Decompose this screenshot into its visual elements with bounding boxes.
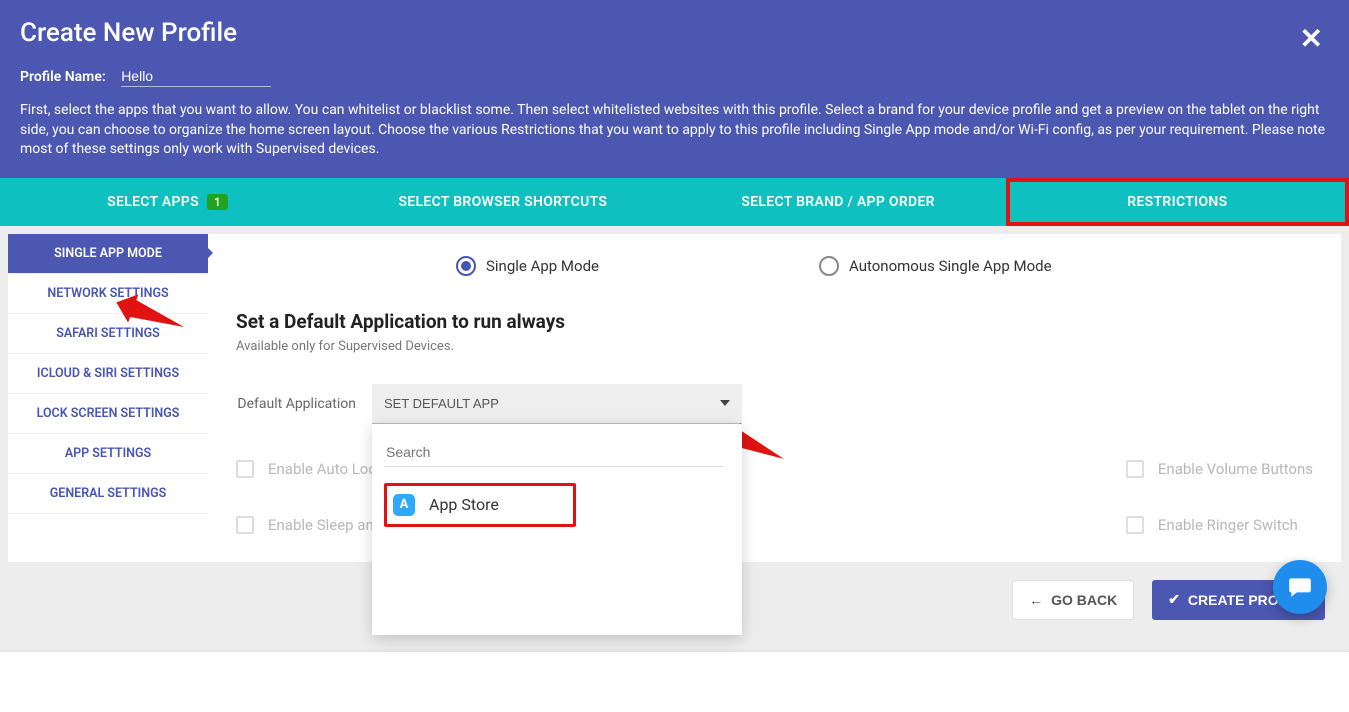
tab-brand-order[interactable]: SELECT BRAND / APP ORDER: [671, 178, 1006, 226]
dropdown-option-app-store[interactable]: App Store: [384, 483, 576, 527]
option-label: Enable Volume Buttons: [1158, 460, 1313, 478]
checkbox-enable-ringer-switch[interactable]: Enable Ringer Switch: [1126, 516, 1313, 534]
arrow-left-icon: ←: [1029, 592, 1043, 608]
dropdown-option-label: App Store: [429, 495, 499, 514]
option-label: Enable Auto Lock: [268, 460, 384, 478]
sidebar-item-network-settings[interactable]: NETWORK SETTINGS: [8, 274, 208, 314]
section-subtitle: Available only for Supervised Devices.: [236, 339, 1313, 354]
tab-label: RESTRICTIONS: [1127, 194, 1227, 210]
radio-label: Autonomous Single App Mode: [849, 257, 1052, 275]
close-icon[interactable]: ✕: [1300, 22, 1323, 55]
sidebar-item-app-settings[interactable]: APP SETTINGS: [8, 434, 208, 474]
sidebar-item-general-settings[interactable]: GENERAL SETTINGS: [8, 474, 208, 514]
default-app-dropdown[interactable]: SET DEFAULT APP: [372, 384, 742, 424]
checkbox-icon: [236, 460, 254, 478]
radio-dot-icon: [819, 256, 839, 276]
checkbox-icon: [1126, 516, 1144, 534]
header-description: First, select the apps that you want to …: [20, 101, 1329, 160]
dropdown-search-input[interactable]: [384, 438, 724, 467]
default-app-label: Default Application: [196, 396, 356, 412]
button-label: GO BACK: [1051, 592, 1117, 608]
profile-name-label: Profile Name:: [20, 69, 106, 85]
sidebar-item-icloud-siri[interactable]: ICLOUD & SIRI SETTINGS: [8, 354, 208, 394]
tab-label: SELECT BRAND / APP ORDER: [741, 194, 934, 210]
apps-count-badge: 1: [207, 194, 228, 210]
checkbox-icon: [236, 516, 254, 534]
dropdown-placeholder: SET DEFAULT APP: [384, 396, 499, 411]
radio-label: Single App Mode: [486, 257, 599, 275]
checkbox-icon: [1126, 460, 1144, 478]
page-title: Create New Profile: [20, 18, 1329, 48]
dropdown-panel: App Store: [372, 424, 742, 635]
chat-support-button[interactable]: [1273, 560, 1327, 614]
tab-select-apps[interactable]: SELECT APPS 1: [0, 178, 335, 226]
tab-label: SELECT BROWSER SHORTCUTS: [399, 194, 608, 210]
radio-dot-icon: [456, 256, 476, 276]
check-all-icon: ✔: [1168, 591, 1180, 608]
app-store-icon: [393, 494, 415, 516]
chat-icon: [1287, 574, 1313, 600]
checkbox-enable-volume-buttons[interactable]: Enable Volume Buttons: [1126, 460, 1313, 478]
settings-sidebar: SINGLE APP MODE NETWORK SETTINGS SAFARI …: [8, 234, 208, 562]
sidebar-item-lock-screen[interactable]: LOCK SCREEN SETTINGS: [8, 394, 208, 434]
tab-browser-shortcuts[interactable]: SELECT BROWSER SHORTCUTS: [335, 178, 670, 226]
radio-single-app-mode[interactable]: Single App Mode: [456, 256, 599, 276]
option-label: Enable Ringer Switch: [1158, 516, 1298, 534]
sidebar-item-single-app-mode[interactable]: SINGLE APP MODE: [8, 234, 208, 274]
section-title: Set a Default Application to run always: [236, 310, 1313, 333]
radio-autonomous-single-app-mode[interactable]: Autonomous Single App Mode: [819, 256, 1052, 276]
chevron-down-icon: [720, 400, 730, 406]
go-back-button[interactable]: ← GO BACK: [1012, 580, 1134, 620]
tab-restrictions[interactable]: RESTRICTIONS: [1006, 178, 1349, 226]
profile-name-input[interactable]: [121, 66, 271, 87]
tab-label: SELECT APPS: [107, 194, 199, 210]
